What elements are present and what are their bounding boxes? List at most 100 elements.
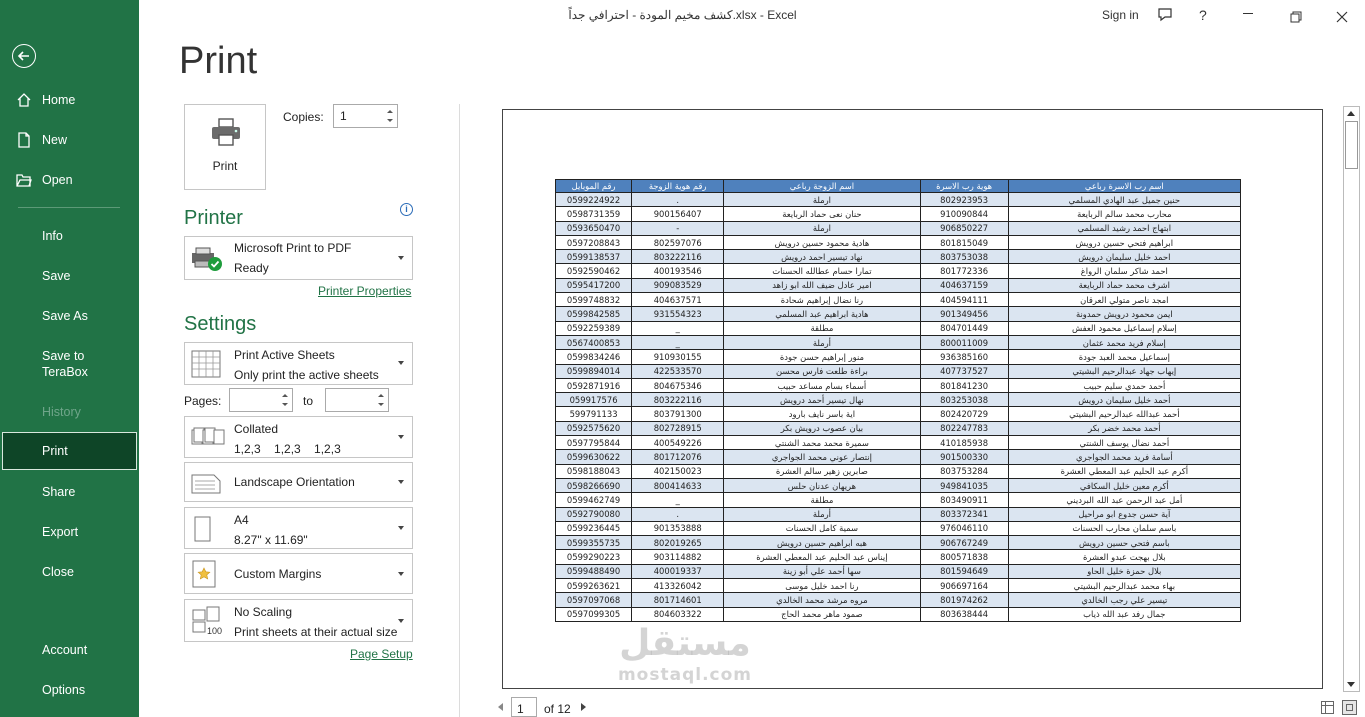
table-cell: . xyxy=(631,506,725,522)
table-cell: امجد ناصر متولي العرقان xyxy=(1007,292,1242,308)
next-page-icon[interactable] xyxy=(581,703,586,711)
table-cell: إيهاب جهاد عبدالرحيم البشيتي xyxy=(1007,363,1242,379)
scaling-dropdown[interactable]: 100 No Scaling Print sheets at their act… xyxy=(184,599,413,642)
table-row: بلال حمزة خليل الحاو 801594649 سها أحمد عل… xyxy=(554,563,1242,580)
nav-close-label: Close xyxy=(42,565,74,579)
nav-info[interactable]: Info xyxy=(0,219,139,253)
nav-export[interactable]: Export xyxy=(0,515,139,549)
feedback-icon[interactable] xyxy=(1156,6,1174,28)
nav-close[interactable]: Close xyxy=(0,555,139,589)
pages-to-up-icon[interactable] xyxy=(378,394,384,397)
pages-to-stepper[interactable] xyxy=(325,388,389,412)
print-what-dropdown[interactable]: Print Active Sheets Only print the activ… xyxy=(184,342,413,385)
scroll-thumb[interactable] xyxy=(1345,121,1358,169)
pages-from-down-icon[interactable] xyxy=(282,403,288,406)
table-cell: ابراهيم فتحي حسين درويش xyxy=(1007,234,1242,251)
nav-new-label: New xyxy=(42,133,68,147)
table-cell: 0599355735 xyxy=(554,535,633,551)
pages-from-up-icon[interactable] xyxy=(282,394,288,397)
table-cell: بيان عصوب درويش بكر xyxy=(723,420,921,437)
table-cell: 901349456 xyxy=(919,306,1009,322)
table-cell: 0599748832 xyxy=(554,292,633,308)
prev-page-icon[interactable] xyxy=(498,703,503,711)
page-number-value: 1 xyxy=(517,702,524,716)
table-cell: 0599894014 xyxy=(554,363,633,379)
printer-dropdown[interactable]: Microsoft Print to PDF Ready xyxy=(184,236,413,280)
nav-share[interactable]: Share xyxy=(0,475,139,509)
table-cell: 906850227 xyxy=(919,220,1009,236)
pages-to-down-icon[interactable] xyxy=(378,403,384,406)
close-window-icon[interactable] xyxy=(1336,8,1348,30)
backstage-sidebar: Home New Open Info Save Save As Save to … xyxy=(0,0,139,717)
printer-properties-link[interactable]: Printer Properties xyxy=(318,284,411,298)
table-cell: أحمد عبدالله عبدالرحيم البشيتي xyxy=(1007,406,1242,422)
info-icon[interactable]: i xyxy=(400,203,413,216)
table-cell: سها أحمد علي أبو زينة xyxy=(723,563,921,580)
nav-save-as[interactable]: Save As xyxy=(0,299,139,333)
pages-from-stepper[interactable] xyxy=(229,388,293,412)
table-cell: تمارا حسام عطالله الحسنات xyxy=(723,263,921,279)
page-setup-link[interactable]: Page Setup xyxy=(350,647,413,661)
nav-options[interactable]: Options xyxy=(0,673,139,707)
table-cell: 059917576 xyxy=(554,392,633,408)
table-cell: . xyxy=(631,191,725,208)
margins-value: Custom Margins xyxy=(234,567,322,581)
collate-dropdown[interactable]: Collated 1,2,3 1,2,3 1,2,3 xyxy=(184,416,413,458)
nav-open[interactable]: Open xyxy=(0,163,139,197)
copies-up-icon[interactable] xyxy=(387,110,393,113)
back-arrow-icon[interactable] xyxy=(12,44,36,68)
table-cell: 801974262 xyxy=(919,592,1009,608)
zoom-to-page-icon[interactable] xyxy=(1342,700,1357,715)
table-cell: مطلقة xyxy=(723,320,921,336)
table-cell: 0592259389 xyxy=(554,320,633,336)
print-button[interactable]: Print xyxy=(184,104,266,190)
table-row: ابتهاج احمد رشيد المسلمي 906850227 ارملة -0… xyxy=(554,220,1242,236)
scroll-up-icon[interactable] xyxy=(1347,111,1355,116)
nav-new[interactable]: New xyxy=(0,123,139,157)
table-row: تيسير علي رجب الخالدي 801974262 مروه مرشد … xyxy=(554,592,1242,608)
table-cell: مروه مرشد محمد الخالدي xyxy=(723,592,921,608)
table-row: إسماعيل محمد العبد جودة 936385160 منور إبر… xyxy=(554,349,1242,365)
table-row: حنين جميل عبد الهادي المسلمي 802923953 ارم… xyxy=(554,191,1242,208)
table-header-cell: رقم هوية الزوجة xyxy=(631,179,725,193)
table-row: محارب محمد سالم الربايعة 910090844 حنان نع… xyxy=(554,206,1242,222)
table-cell: ايمن محمود درويش حمدونة xyxy=(1007,306,1242,322)
collated-pages-icon xyxy=(191,427,225,445)
table-cell: 404594111 xyxy=(919,292,1009,308)
paper-size-dropdown[interactable]: A4 8.27" x 11.69" xyxy=(184,507,413,549)
nav-save[interactable]: Save xyxy=(0,259,139,293)
nav-print[interactable]: Print xyxy=(2,432,137,470)
chevron-down-icon xyxy=(398,619,404,623)
table-cell: 802923953 xyxy=(919,191,1009,208)
nav-home[interactable]: Home xyxy=(0,83,139,117)
margins-dropdown[interactable]: Custom Margins xyxy=(184,553,413,594)
show-margins-icon[interactable] xyxy=(1321,701,1334,714)
table-cell: 0599488490 xyxy=(554,563,633,580)
copies-stepper[interactable]: 1 xyxy=(333,104,398,128)
copies-down-icon[interactable] xyxy=(387,119,393,122)
table-row: جمال رفد عبد الله ذياب 803638444 صمود ماهر… xyxy=(554,606,1242,622)
minimize-icon[interactable] xyxy=(1243,13,1253,14)
table-cell: أمل عبد الرحمن عبد الله البرديني xyxy=(1007,492,1242,508)
table-cell: 400549226 xyxy=(631,435,725,451)
sign-in-button[interactable]: Sign in xyxy=(1102,4,1139,26)
preview-scrollbar[interactable] xyxy=(1343,106,1360,692)
nav-history: History xyxy=(0,395,139,429)
page-navigator: 1 of 12 xyxy=(495,697,615,717)
table-cell: باسم فتحي حسين درويش xyxy=(1007,535,1242,551)
orientation-dropdown[interactable]: Landscape Orientation xyxy=(184,462,413,502)
table-cell: 901353888 xyxy=(631,520,725,537)
page-number-input[interactable]: 1 xyxy=(511,697,537,717)
printer-name: Microsoft Print to PDF xyxy=(234,241,352,255)
help-button[interactable]: ? xyxy=(1199,4,1207,26)
restore-icon[interactable] xyxy=(1290,8,1302,30)
scroll-down-icon[interactable] xyxy=(1347,682,1355,687)
table-header-row: اسم رب الاسرة رباعي هوية رب الاسرة اسم الز… xyxy=(554,179,1242,193)
table-cell: جمال رفد عبد الله ذياب xyxy=(1007,606,1242,622)
table-cell: منور إبراهيم حسن جودة xyxy=(723,349,921,365)
table-header-cell: اسم الزوجة رباعي xyxy=(723,179,921,193)
pages-label: Pages: xyxy=(184,394,222,408)
nav-account[interactable]: Account xyxy=(0,633,139,667)
table-cell: 802597076 xyxy=(631,234,725,251)
nav-save-to-terabox[interactable]: Save to TeraBox xyxy=(0,339,139,379)
